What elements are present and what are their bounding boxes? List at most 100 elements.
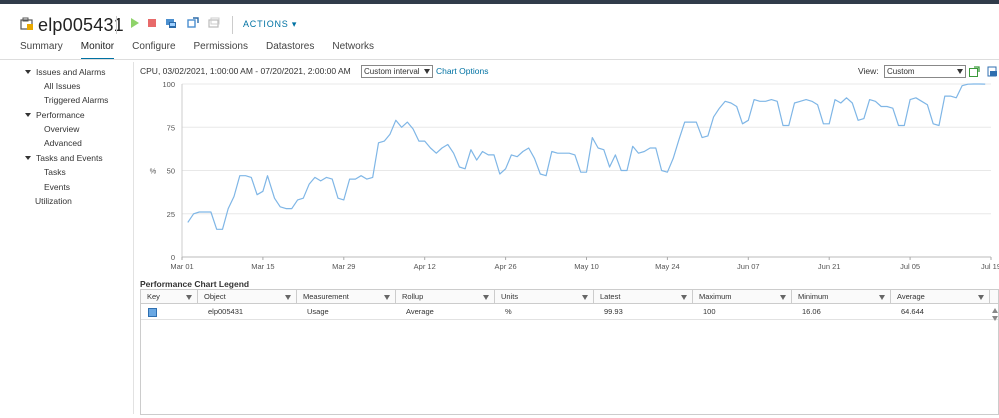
cell-rollup: Average	[406, 307, 434, 316]
column-header-object[interactable]: Object	[198, 290, 297, 304]
x-tick-label: May 24	[655, 262, 680, 271]
column-header-measurement[interactable]: Measurement	[297, 290, 396, 304]
y-axis-label: %	[150, 167, 157, 176]
tab-monitor[interactable]: Monitor	[80, 40, 115, 60]
view-select[interactable]: Custom	[884, 65, 966, 78]
table-row[interactable]: elp005431 Usage Average % 99.93 100 16.0…	[141, 304, 998, 320]
sidebar-item-triggered-alarms[interactable]: Triggered Alarms	[44, 93, 108, 107]
legend-table-header: Key Object Measurement Rollup Units Late…	[141, 290, 998, 304]
cell-maximum: 100	[703, 307, 716, 316]
tab-permissions[interactable]: Permissions	[194, 40, 248, 60]
sidebar-item-overview[interactable]: Overview	[44, 122, 79, 136]
x-tick-label: Jun 21	[818, 262, 841, 271]
tab-summary[interactable]: Summary	[20, 40, 63, 60]
column-label: Key	[147, 292, 160, 301]
filter-icon[interactable]	[384, 295, 390, 300]
series-line-usage	[187, 83, 986, 230]
column-header-minimum[interactable]: Minimum	[792, 290, 891, 304]
caret-down-icon	[25, 113, 31, 117]
column-header-key[interactable]: Key	[141, 290, 198, 304]
x-tick-label: Apr 12	[414, 262, 436, 271]
filter-icon[interactable]	[978, 295, 984, 300]
legend-title: Performance Chart Legend	[140, 279, 250, 289]
tabs-divider	[0, 59, 999, 60]
column-label: Rollup	[402, 292, 424, 301]
filter-icon[interactable]	[186, 295, 192, 300]
x-tick-label: Jun 07	[737, 262, 760, 271]
column-header-latest[interactable]: Latest	[594, 290, 693, 304]
chart-options-link[interactable]: Chart Options	[436, 66, 488, 76]
x-tick-label: Mar 01	[170, 262, 193, 271]
cell-object: elp005431	[208, 307, 244, 316]
export-icon[interactable]	[987, 66, 998, 77]
vm-icon	[20, 17, 33, 30]
tab-networks[interactable]: Networks	[332, 40, 374, 60]
column-label: Object	[204, 292, 226, 301]
power-on-icon[interactable]	[128, 17, 140, 29]
sidebar-item-advanced[interactable]: Advanced	[44, 136, 82, 150]
sidebar-group-performance[interactable]: Performance	[25, 108, 85, 122]
chart-title: CPU, 03/02/2021, 1:00:00 AM - 07/20/2021…	[140, 66, 351, 76]
filter-icon[interactable]	[780, 295, 786, 300]
cell-latest: 99.93	[604, 307, 623, 316]
view-select-value: Custom	[887, 67, 915, 76]
filter-icon[interactable]	[681, 295, 687, 300]
legend-table: Key Object Measurement Rollup Units Late…	[140, 289, 999, 415]
cell-minimum: 16.06	[802, 307, 821, 316]
scroll-down-icon[interactable]	[992, 316, 998, 321]
sidebar-item-all-issues[interactable]: All Issues	[44, 79, 80, 93]
y-tick-label: 50	[167, 167, 175, 176]
sidebar-group-label: Issues and Alarms	[36, 67, 106, 77]
object-tabs: Summary Monitor Configure Permissions Da…	[20, 40, 392, 60]
cell-measurement: Usage	[307, 307, 329, 316]
launch-console-icon[interactable]	[165, 17, 177, 29]
sidebar-item-utilization[interactable]: Utilization	[35, 194, 72, 208]
column-header-maximum[interactable]: Maximum	[693, 290, 792, 304]
sidebar-group-tasks-events[interactable]: Tasks and Events	[25, 151, 103, 165]
snapshot-icon[interactable]	[208, 17, 220, 29]
series-key-swatch[interactable]	[148, 308, 157, 317]
power-off-icon[interactable]	[146, 17, 158, 29]
cell-units: %	[505, 307, 512, 316]
sidebar-item-events[interactable]: Events	[44, 180, 70, 194]
header-separator	[116, 16, 117, 34]
scroll-up-icon[interactable]	[992, 308, 998, 313]
column-label: Units	[501, 292, 519, 301]
object-header: elp005431 ACTIONS ▾	[0, 4, 999, 40]
monitor-sidebar: Issues and Alarms All Issues Triggered A…	[20, 62, 134, 414]
migrate-icon[interactable]	[187, 17, 199, 29]
x-tick-label: Mar 29	[332, 262, 355, 271]
column-label: Latest	[600, 292, 621, 301]
x-tick-label: Jul 05	[900, 262, 920, 271]
popup-chart-icon[interactable]	[969, 66, 980, 77]
x-tick-label: Jul 19	[981, 262, 999, 271]
column-label: Minimum	[798, 292, 829, 301]
y-tick-label: 25	[167, 210, 175, 219]
actions-label: ACTIONS	[243, 19, 289, 29]
filter-icon[interactable]	[285, 295, 291, 300]
column-label: Measurement	[303, 292, 349, 301]
interval-select[interactable]: Custom interval	[361, 65, 433, 78]
cpu-usage-chart: 0 25 50 75 100% Mar 01 Mar 15 Mar 29 Apr 12 Apr 2…	[150, 80, 999, 271]
sidebar-group-label: Performance	[36, 110, 85, 120]
column-header-rollup[interactable]: Rollup	[396, 290, 495, 304]
x-tick-label: Apr 26	[495, 262, 517, 271]
filter-icon[interactable]	[879, 295, 885, 300]
y-tick-label: 75	[167, 123, 175, 132]
tab-datastores[interactable]: Datastores	[266, 40, 314, 60]
caret-down-icon	[25, 156, 31, 160]
filter-icon[interactable]	[582, 295, 588, 300]
actions-menu-button[interactable]: ACTIONS ▾	[243, 19, 297, 30]
column-header-average[interactable]: Average	[891, 290, 990, 304]
column-label: Maximum	[699, 292, 732, 301]
y-tick-label: 100	[162, 80, 175, 89]
column-header-units[interactable]: Units	[495, 290, 594, 304]
view-label: View:	[858, 66, 879, 76]
sidebar-item-tasks[interactable]: Tasks	[44, 165, 66, 179]
filter-icon[interactable]	[483, 295, 489, 300]
tab-configure[interactable]: Configure	[132, 40, 175, 60]
column-label: Average	[897, 292, 925, 301]
x-tick-label: May 10	[574, 262, 599, 271]
vm-name-title: elp005431	[38, 15, 124, 35]
sidebar-group-issues-alarms[interactable]: Issues and Alarms	[25, 65, 105, 79]
